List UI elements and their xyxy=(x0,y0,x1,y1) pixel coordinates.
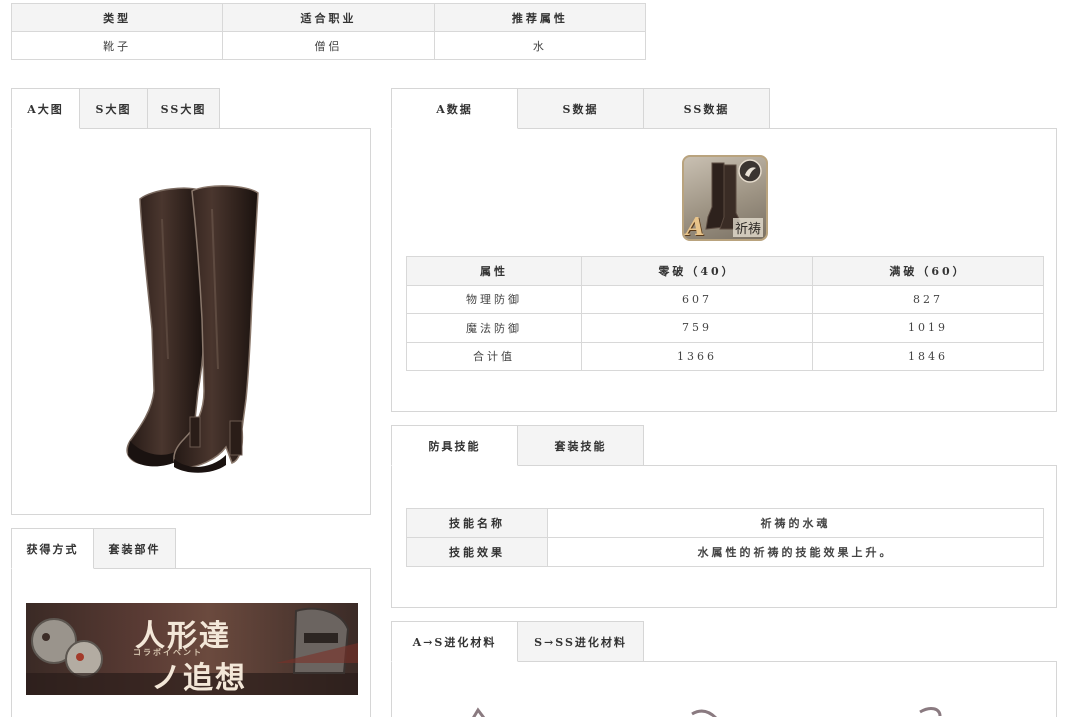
evolution-tab-bar: A→S进化材料 S→SS进化材料 xyxy=(391,621,644,662)
tab-a-to-s-material[interactable]: A→S进化材料 xyxy=(391,621,518,662)
rank-letter: A xyxy=(686,212,705,241)
stats-header-full-break: 满破（60） xyxy=(812,256,1044,286)
evolution-panel xyxy=(391,661,1057,717)
material-icons-partial xyxy=(472,707,942,717)
tab-label: S→SS进化材料 xyxy=(534,635,627,649)
tab-label: S大图 xyxy=(95,102,132,116)
tab-label: A数据 xyxy=(436,102,473,116)
data-panel: A 祈祷 属性 零破（40） 满破（60） 物理防御 607 827 魔法防御 … xyxy=(391,128,1057,412)
tab-s-image[interactable]: S大图 xyxy=(79,88,148,129)
banner-title-block: 人形達 コラボイベント ノ追想 xyxy=(121,609,261,695)
skill-table: 技能名称 祈祷的水魂 技能效果 水属性的祈祷的技能效果上升。 xyxy=(406,508,1044,567)
info-value-job: 僧侣 xyxy=(222,31,435,60)
boots-large-image xyxy=(126,185,259,473)
tab-label: SS大图 xyxy=(160,102,207,116)
table-row: 技能效果 水属性的祈祷的技能效果上升。 xyxy=(406,537,1044,567)
tab-ss-image[interactable]: SS大图 xyxy=(147,88,220,129)
stat-zero: 1366 xyxy=(581,341,813,371)
tab-set-skill[interactable]: 套装技能 xyxy=(517,425,644,466)
info-header-attribute: 推荐属性 xyxy=(433,3,647,32)
tab-label: 防具技能 xyxy=(428,439,481,453)
tab-label: 套装部件 xyxy=(108,542,161,556)
image-tab-bar: A大图 S大图 SS大图 xyxy=(11,88,220,129)
skill-tab-bar: 防具技能 套装技能 xyxy=(391,425,644,466)
skill-panel: 技能名称 祈祷的水魂 技能效果 水属性的祈祷的技能效果上升。 xyxy=(391,465,1057,608)
info-header-type: 类型 xyxy=(10,3,224,32)
skill-effect-value: 水属性的祈祷的技能效果上升。 xyxy=(547,537,1044,567)
table-row: 魔法防御 759 1019 xyxy=(406,313,1044,343)
tab-s-data[interactable]: S数据 xyxy=(517,88,644,129)
tab-label: 套装技能 xyxy=(554,439,607,453)
stat-zero: 607 xyxy=(581,284,813,314)
table-row: 技能名称 祈祷的水魂 xyxy=(406,508,1044,538)
tab-a-data[interactable]: A数据 xyxy=(391,88,518,129)
obtain-tab-bar: 获得方式 套装部件 xyxy=(11,528,176,569)
tab-label: SS数据 xyxy=(683,102,730,116)
table-row: 物理防御 607 827 xyxy=(406,284,1044,314)
tab-label: 获得方式 xyxy=(26,542,79,556)
stat-full: 1846 xyxy=(812,341,1044,371)
tab-armor-skill[interactable]: 防具技能 xyxy=(391,425,518,466)
tab-ss-data[interactable]: SS数据 xyxy=(643,88,770,129)
stats-header-zero-break: 零破（40） xyxy=(581,256,813,286)
stat-zero: 759 xyxy=(581,313,813,343)
skill-effect-label: 技能效果 xyxy=(406,537,548,567)
stat-full: 827 xyxy=(812,284,1044,314)
skill-name-label: 技能名称 xyxy=(406,508,548,538)
stats-header-attribute: 属性 xyxy=(406,256,582,286)
tab-a-image[interactable]: A大图 xyxy=(11,88,80,129)
obtain-panel: 人形達 コラボイベント ノ追想 xyxy=(11,568,371,717)
skill-name-value: 祈祷的水魂 xyxy=(547,508,1044,538)
table-row: 合计值 1366 1846 xyxy=(406,341,1044,371)
tab-label: A大图 xyxy=(27,102,64,116)
tab-label: A→S进化材料 xyxy=(412,635,497,649)
tab-label: S数据 xyxy=(562,102,599,116)
info-value-type: 靴子 xyxy=(10,31,224,60)
boots-item-icon: A 祈祷 xyxy=(682,155,768,241)
stat-name: 魔法防御 xyxy=(406,313,582,343)
stat-full: 1019 xyxy=(812,313,1044,343)
icon-label: 祈祷 xyxy=(732,218,763,237)
data-tab-bar: A数据 S数据 SS数据 xyxy=(391,88,770,129)
info-value-attribute: 水 xyxy=(433,31,647,60)
tab-s-to-ss-material[interactable]: S→SS进化材料 xyxy=(517,621,644,662)
info-header-job: 适合职业 xyxy=(222,3,435,32)
equipment-info-table: 类型 适合职业 推荐属性 靴子 僧侣 水 xyxy=(10,3,647,60)
stat-name: 物理防御 xyxy=(406,284,582,314)
banner-title-line2: ノ追想 xyxy=(151,661,247,695)
image-panel xyxy=(11,128,371,515)
tab-obtain-method[interactable]: 获得方式 xyxy=(11,528,94,569)
tab-set-parts[interactable]: 套装部件 xyxy=(93,528,176,569)
stat-name: 合计值 xyxy=(406,341,582,371)
event-banner[interactable]: 人形達 コラボイベント ノ追想 xyxy=(26,603,358,695)
stats-table: 属性 零破（40） 满破（60） 物理防御 607 827 魔法防御 759 1… xyxy=(406,256,1044,371)
